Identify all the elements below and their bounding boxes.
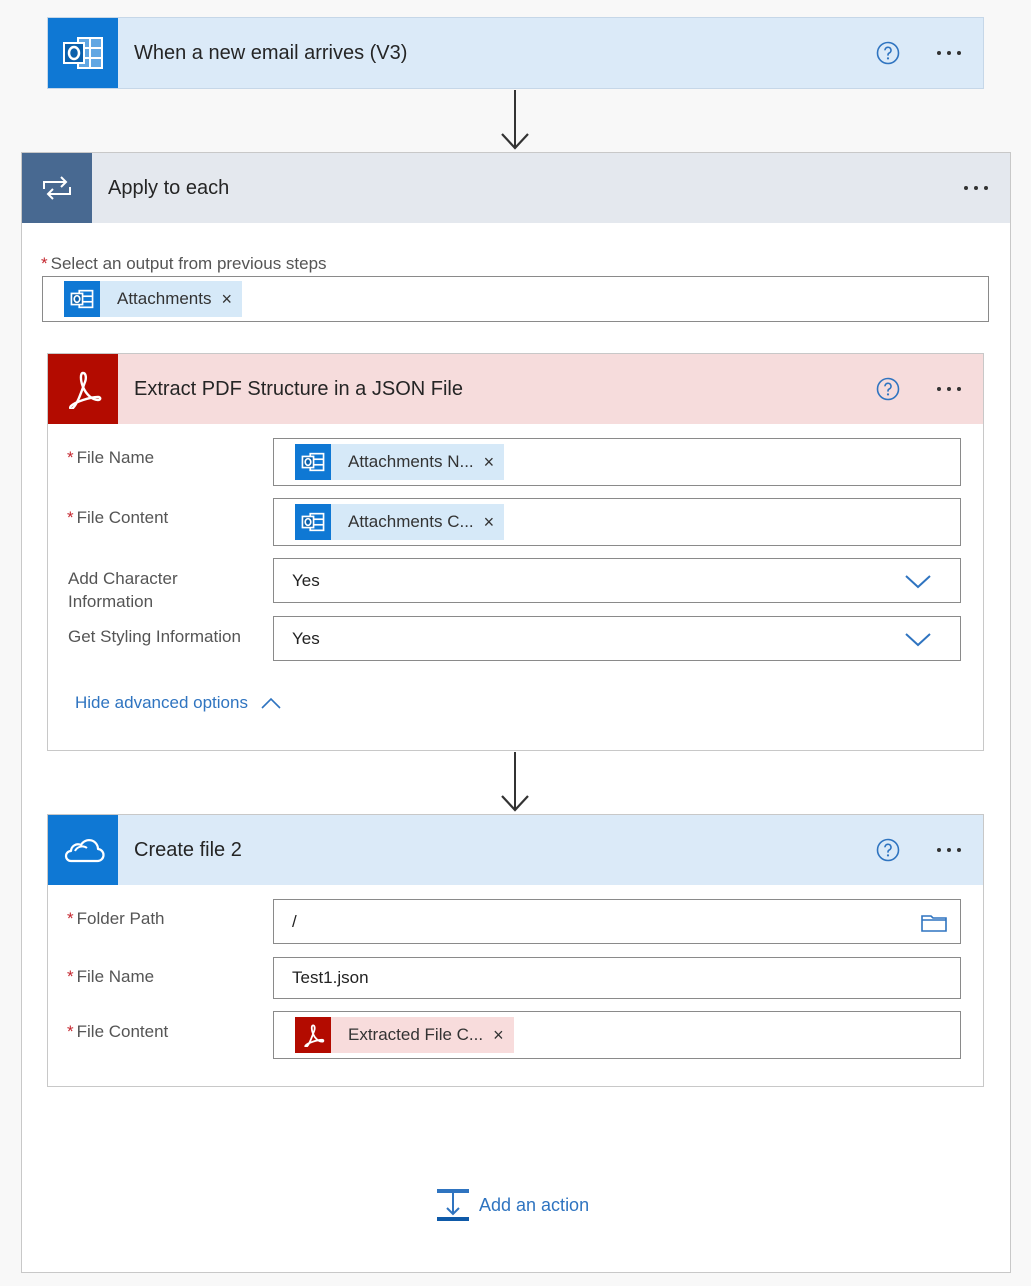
create-file-content-field[interactable]: Extracted File C... × [273, 1011, 961, 1059]
close-icon[interactable]: × [493, 1025, 514, 1046]
folder-path-input[interactable]: / [273, 899, 961, 944]
styling-select[interactable]: Yes [273, 616, 961, 661]
create-file-header[interactable]: Create file 2 [48, 815, 983, 885]
add-action-label: Add an action [479, 1194, 590, 1215]
styling-label: Get Styling Information [68, 627, 241, 646]
outlook-icon [295, 444, 331, 480]
create-file-name-label-text: File Name [76, 967, 155, 986]
file-name-field[interactable]: Attachments N... × [273, 438, 961, 486]
select-output-label-text: Select an output from previous steps [50, 254, 327, 273]
file-content-label-text: File Content [76, 508, 169, 527]
more-dots-icon[interactable] [929, 51, 969, 55]
chevron-down-icon [905, 632, 931, 646]
folder-path-label: * Folder Path [67, 907, 165, 930]
token-label: Attachments N... [348, 452, 474, 471]
more-dots-icon[interactable] [929, 387, 969, 391]
add-action-icon [437, 1189, 469, 1221]
token-label: Extracted File C... [348, 1025, 484, 1044]
help-circle-icon[interactable] [875, 376, 901, 402]
chevron-down-icon [905, 574, 931, 588]
help-circle-icon[interactable] [875, 837, 901, 863]
required-asterisk: * [41, 254, 48, 273]
token-label: Attachments [117, 289, 212, 308]
arrow-down-icon [501, 133, 529, 150]
create-file-content-label: * File Content [67, 1020, 168, 1043]
add-character-select[interactable]: Yes [273, 558, 961, 603]
apply-to-each-title: Apply to each [108, 176, 230, 199]
required-asterisk: * [67, 909, 74, 928]
required-asterisk: * [67, 967, 74, 986]
more-dots-icon[interactable] [956, 186, 996, 190]
loop-icon [22, 153, 92, 223]
extract-pdf-title: Extract PDF Structure in a JSON File [134, 377, 463, 400]
select-value: Yes [292, 628, 320, 648]
input-value: Test1.json [292, 968, 369, 987]
select-output-field[interactable]: Attachments × [42, 276, 989, 322]
required-asterisk: * [67, 448, 74, 467]
adobe-pdf-icon [295, 1017, 331, 1053]
select-value: Yes [292, 570, 320, 590]
select-output-label: * Select an output from previous steps [41, 252, 327, 275]
help-circle-icon[interactable] [875, 40, 901, 66]
extract-pdf-card: Extract PDF Structure in a JSON File [47, 353, 984, 751]
folder-path-label-text: Folder Path [76, 909, 165, 928]
file-name-label: * File Name [67, 446, 154, 469]
file-name-label-text: File Name [76, 448, 155, 467]
attachments-name-token[interactable]: Attachments N... × [295, 444, 505, 480]
required-asterisk: * [67, 508, 74, 527]
create-file-title: Create file 2 [134, 838, 242, 861]
extracted-file-content-token[interactable]: Extracted File C... × [295, 1017, 514, 1053]
create-file-content-label-text: File Content [76, 1022, 169, 1041]
attachments-token[interactable]: Attachments × [64, 281, 243, 317]
close-icon[interactable]: × [484, 452, 505, 473]
input-value: / [292, 911, 297, 931]
add-character-label: Add Character Information [68, 569, 178, 611]
file-content-field[interactable]: Attachments C... × [273, 498, 961, 546]
required-asterisk: * [67, 1022, 74, 1041]
outlook-icon [295, 504, 331, 540]
close-icon[interactable]: × [484, 512, 505, 533]
token-label: Attachments C... [348, 512, 474, 531]
arrow-down-icon [501, 795, 529, 812]
more-dots-icon[interactable] [929, 848, 969, 852]
onedrive-icon [48, 815, 118, 885]
outlook-icon [48, 18, 118, 88]
folder-picker-icon[interactable] [920, 911, 948, 933]
add-action-button[interactable]: Add an action [436, 1188, 589, 1222]
trigger-card[interactable]: When a new email arrives (V3) [47, 17, 984, 89]
attachments-content-token[interactable]: Attachments C... × [295, 504, 505, 540]
outlook-icon [64, 281, 100, 317]
hide-advanced-options-link[interactable]: Hide advanced options [75, 693, 282, 713]
create-file-name-label: * File Name [67, 965, 154, 988]
adobe-pdf-icon [48, 354, 118, 424]
extract-pdf-header[interactable]: Extract PDF Structure in a JSON File [48, 354, 983, 424]
apply-to-each-header[interactable]: Apply to each [22, 153, 1010, 223]
close-icon[interactable]: × [222, 289, 243, 310]
hide-advanced-options-text: Hide advanced options [75, 693, 248, 712]
file-content-label: * File Content [67, 506, 168, 529]
create-file-name-input[interactable]: Test1.json [273, 957, 961, 999]
chevron-up-icon [261, 697, 281, 709]
trigger-title: When a new email arrives (V3) [134, 41, 408, 64]
